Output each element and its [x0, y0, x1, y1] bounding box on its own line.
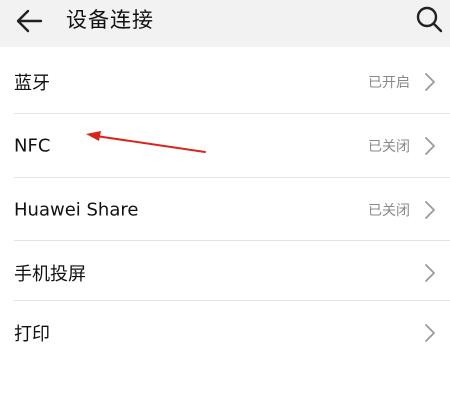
arrow-left-icon — [16, 9, 43, 33]
list-item-huawei-share[interactable]: Huawei Share 已关闭 — [0, 178, 450, 241]
list-item-bluetooth[interactable]: 蓝牙 已开启 — [0, 50, 450, 113]
list-item-label: NFC — [14, 135, 51, 156]
status-text: 已关闭 — [368, 138, 410, 155]
chevron-right-icon — [425, 263, 435, 282]
settings-screen: 设备连接 蓝牙 已开启 NFC 已关闭 Huawei Share 已关闭 手机投… — [0, 0, 450, 415]
chevron-right-icon — [425, 323, 435, 342]
search-button[interactable] — [414, 4, 444, 34]
list-item-label: Huawei Share — [14, 199, 139, 220]
chevron-right-icon — [425, 72, 435, 91]
status-text: 已关闭 — [368, 202, 410, 219]
search-icon — [416, 6, 443, 33]
list-item-nfc[interactable]: NFC 已关闭 — [0, 114, 450, 177]
list-item-label: 蓝牙 — [14, 72, 50, 94]
chevron-right-icon — [425, 200, 435, 219]
list-item-label: 手机投屏 — [14, 263, 86, 285]
status-text: 已开启 — [368, 74, 410, 91]
list-item-label: 打印 — [14, 323, 50, 345]
list-item-print[interactable]: 打印 — [0, 301, 450, 364]
chevron-right-icon — [425, 136, 435, 155]
list-item-screen-projection[interactable]: 手机投屏 — [0, 241, 450, 304]
back-button[interactable] — [14, 6, 44, 36]
page-title: 设备连接 — [66, 8, 154, 32]
header-bar: 设备连接 — [0, 0, 450, 47]
